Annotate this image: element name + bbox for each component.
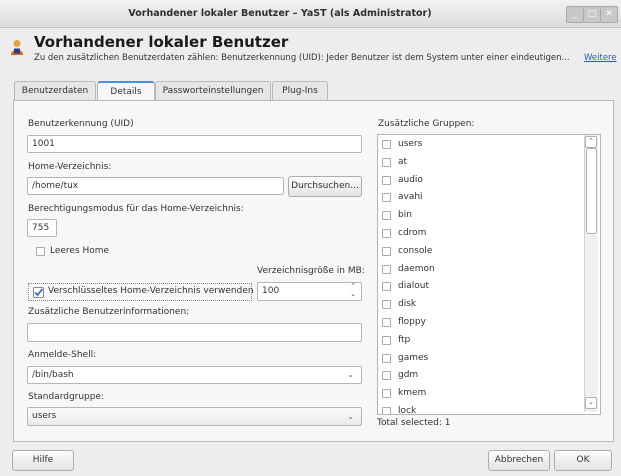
group-checkbox[interactable] [382, 211, 391, 221]
home-label: Home-Verzeichnis: [28, 162, 112, 172]
group-checkbox[interactable] [382, 282, 391, 292]
group-checkbox[interactable] [382, 157, 391, 167]
empty-home-checkbox[interactable] [36, 247, 45, 256]
window-title: Vorhandener lokaler Benutzer – YaST (als… [128, 8, 432, 19]
dirsize-spinbox[interactable]: 100 ⌃ ⌄ [257, 282, 362, 301]
group-checkbox[interactable] [382, 406, 391, 414]
group-name: gdm [398, 370, 419, 381]
group-list-item[interactable]: gdm [378, 367, 600, 385]
scroll-down-icon[interactable]: ⌄ [585, 397, 597, 409]
spin-arrows-icon[interactable]: ⌃ ⌄ [350, 282, 356, 298]
groups-label: Zusätzliche Gruppen: [378, 119, 475, 129]
shell-combo[interactable]: /bin/bash ⌄ [27, 366, 362, 384]
scrollbar-thumb[interactable] [586, 148, 597, 234]
cancel-button[interactable]: Abbrechen [488, 450, 550, 471]
dirsize-value: 100 [262, 286, 280, 296]
group-checkbox[interactable] [382, 264, 391, 274]
help-button[interactable]: Hilfe [12, 450, 74, 471]
dirsize-label: Verzeichnisgröße in MB: [257, 266, 365, 276]
uid-label: Benutzerkennung (UID) [28, 119, 134, 129]
group-list-item[interactable]: audio [378, 172, 600, 190]
user-icon [11, 40, 23, 55]
shell-value: /bin/bash [32, 370, 74, 380]
chevron-down-icon: ⌄ [347, 370, 354, 379]
group-list-item[interactable]: disk [378, 296, 600, 314]
group-checkbox[interactable] [382, 335, 391, 345]
group-list-item[interactable]: users [378, 136, 600, 154]
group-name: ftp [398, 334, 411, 345]
group-name: lock [398, 405, 417, 415]
window-titlebar: Vorhandener lokaler Benutzer – YaST (als… [0, 0, 621, 28]
scroll-up-icon[interactable]: ⌃ [585, 136, 597, 148]
encrypted-checkbox[interactable] [33, 287, 44, 298]
group-checkbox[interactable] [382, 300, 391, 310]
group-list-item[interactable]: avahi [378, 189, 600, 207]
chevron-down-icon: ⌄ [347, 412, 354, 421]
ok-button[interactable]: OK [554, 450, 612, 471]
more-link[interactable]: Weitere [584, 53, 617, 63]
group-list-item[interactable]: ftp [378, 332, 600, 350]
group-list-item[interactable]: bin [378, 207, 600, 225]
perm-field[interactable]: 755 [27, 219, 57, 237]
group-name: kmem [398, 388, 427, 399]
group-checkbox[interactable] [382, 175, 391, 185]
group-list-item[interactable]: cdrom [378, 225, 600, 243]
perm-label: Berechtigungsmodus für das Home-Verzeich… [28, 204, 244, 214]
group-name: cdrom [398, 227, 427, 238]
page-title: Vorhandener lokaler Benutzer [34, 33, 289, 51]
group-list-item[interactable]: games [378, 350, 600, 368]
shell-label: Anmelde-Shell: [28, 350, 97, 360]
group-checkbox[interactable] [382, 353, 391, 363]
encrypted-label: Verschlüsseltes Home-Verzeichnis verwend… [48, 286, 254, 296]
groups-list[interactable]: users at audio avahi bin cdrom console daemon di… [377, 134, 601, 415]
extra-info-label: Zusätzliche Benutzerinformationen: [28, 307, 190, 317]
group-name: floppy [398, 316, 426, 327]
group-name: users [398, 139, 423, 149]
group-combo[interactable]: users ⌄ [27, 407, 362, 426]
group-list-item[interactable]: floppy [378, 314, 600, 332]
page-description: Zu den zusätzlichen Benutzerdaten zählen… [34, 53, 570, 63]
group-checkbox[interactable] [382, 317, 391, 327]
maximize-button[interactable]: □ [583, 6, 601, 23]
group-name: games [398, 352, 429, 363]
close-button[interactable]: ✕ [600, 6, 618, 23]
uid-field[interactable]: 1001 [27, 135, 362, 153]
group-checkbox[interactable] [382, 246, 391, 256]
browse-button[interactable]: Durchsuchen... [288, 176, 362, 197]
group-name: console [398, 245, 433, 256]
group-checkbox[interactable] [382, 193, 391, 203]
group-list-item[interactable]: lock [378, 403, 600, 415]
group-name: at [398, 156, 408, 167]
group-checkbox[interactable] [382, 228, 391, 238]
extra-info-field[interactable] [27, 323, 362, 342]
tab-passworteinstellungen[interactable]: Passworteinstellungen [155, 81, 271, 101]
group-list-item[interactable]: dialout [378, 278, 600, 296]
groups-total: Total selected: 1 [377, 418, 451, 428]
group-label: Standardgruppe: [28, 392, 105, 402]
tab-benutzerdaten[interactable]: Benutzerdaten [14, 81, 96, 101]
tab-plugins[interactable]: Plug-Ins [272, 81, 328, 101]
home-field[interactable]: /home/tux [27, 177, 284, 195]
empty-home-label: Leeres Home [50, 246, 110, 256]
group-checkbox[interactable] [382, 371, 391, 381]
group-name: daemon [398, 263, 435, 274]
group-checkbox[interactable] [382, 389, 391, 399]
group-name: audio [398, 174, 423, 185]
group-checkbox[interactable] [382, 140, 391, 149]
group-value: users [32, 411, 57, 421]
minimize-button[interactable]: _ [566, 6, 584, 23]
group-name: bin [398, 210, 412, 221]
group-list-item[interactable]: at [378, 154, 600, 172]
group-list-item[interactable]: console [378, 243, 600, 261]
group-name: disk [398, 299, 417, 310]
group-name: avahi [398, 192, 423, 203]
group-list-item[interactable]: kmem [378, 385, 600, 403]
group-list-item[interactable]: daemon [378, 261, 600, 279]
group-name: dialout [398, 281, 429, 292]
